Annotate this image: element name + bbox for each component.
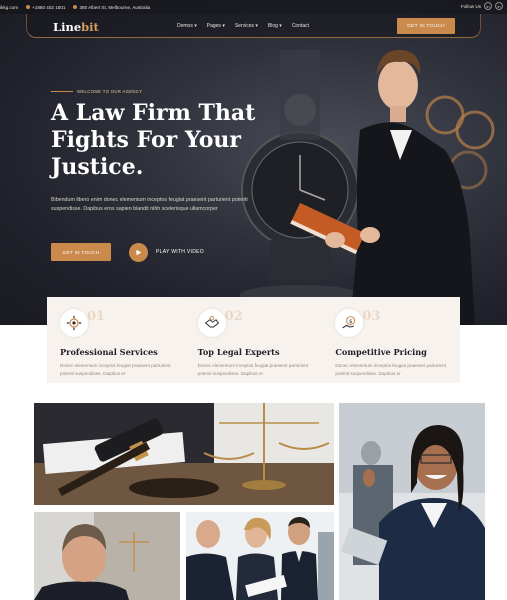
gear-icon: [60, 309, 88, 337]
businesswoman-photo: [339, 403, 485, 600]
phone-text: +1880 402 1501: [32, 4, 66, 10]
instagram-icon[interactable]: in: [495, 2, 503, 10]
linkedin-icon[interactable]: in: [484, 2, 492, 10]
feature-description: Donec elementum inceptos feugiat praesen…: [60, 363, 171, 376]
phone-contact[interactable]: +1880 402 1501: [26, 5, 65, 10]
site-logo[interactable]: Linebit: [53, 20, 99, 34]
feature-card: $ 03 Competitive Pricing Donec elementum…: [322, 297, 460, 383]
hero-section: ikkg.com +1880 402 1501 380 Albert St, M…: [0, 0, 507, 325]
follow-label: Follow Us: [460, 3, 481, 9]
email-contact[interactable]: ikkg.com: [0, 5, 18, 10]
nav-menu: Demos ▾ Pages ▾ Services ▾ Blog ▾ Contac…: [177, 23, 309, 29]
nav-item-contact[interactable]: Contact: [292, 23, 309, 29]
svg-text:$: $: [349, 319, 353, 325]
feature-description: Donec elementum inceptos feugiat praesen…: [335, 363, 446, 376]
play-video-button[interactable]: [129, 243, 148, 262]
top-bar: ikkg.com +1880 402 1501 380 Albert St, M…: [0, 0, 507, 14]
logo-accent-text: bit: [81, 20, 99, 34]
tagline-text: WELCOME TO OUR AGENCY: [77, 89, 143, 94]
headline-line-3: Justice.: [51, 154, 144, 180]
features-strip: 01 Professional Services Donec elementum…: [47, 297, 460, 383]
feature-title: Competitive Pricing: [335, 347, 427, 357]
gavel-scales-photo: [34, 403, 334, 505]
address-contact: 380 Albert St, Melbourne, Australia: [73, 5, 150, 10]
money-icon: $: [335, 309, 364, 337]
feature-title: Professional Services: [60, 347, 158, 357]
hero-headline: A Law Firm That Fights For Your Justice.: [51, 100, 261, 181]
social-follow: Follow Us in in: [461, 2, 503, 10]
feature-number: 02: [224, 309, 243, 324]
hero-tagline: WELCOME TO OUR AGENCY: [51, 89, 142, 94]
nav-item-blog[interactable]: Blog ▾: [268, 23, 282, 29]
play-video-label[interactable]: PLAY WITH VIDEO: [156, 249, 204, 255]
feature-card: 01 Professional Services Donec elementum…: [47, 297, 185, 383]
legal-team-photo: [186, 512, 334, 600]
logo-main-text: Line: [53, 20, 82, 34]
nav-item-demos[interactable]: Demos ▾: [177, 23, 197, 29]
nav-item-pages[interactable]: Pages ▾: [207, 23, 225, 29]
feature-description: Donec elementum inceptos feugiat praesen…: [197, 363, 309, 376]
nav-item-services[interactable]: Services ▾: [235, 23, 258, 29]
lawyer-man-photo: [34, 512, 180, 600]
hero-paragraph: Bibendum libero enim donec elementum inc…: [51, 197, 248, 212]
get-in-touch-button[interactable]: GET IN TOUCH: [51, 243, 111, 261]
play-icon: [136, 249, 142, 256]
feature-number: 03: [362, 309, 381, 324]
tagline-line: [51, 91, 73, 92]
feature-card: 02 Top Legal Experts Donec elementum inc…: [185, 297, 323, 383]
headline-line-1: A Law Firm That: [51, 100, 256, 126]
location-icon: [73, 5, 78, 9]
main-navigation: Linebit Demos ▾ Pages ▾ Services ▾ Blog …: [26, 14, 481, 38]
phone-icon: [26, 5, 31, 9]
address-text: 380 Albert St, Melbourne, Australia: [79, 4, 151, 10]
headline-line-2: Fights For Your: [51, 127, 241, 153]
hero-image-judge: [240, 49, 495, 325]
get-in-touch-nav-button[interactable]: GET IN TOUCH: [397, 18, 455, 34]
feature-number: 01: [87, 309, 106, 324]
handshake-icon: [197, 309, 226, 337]
feature-title: Top Legal Experts: [197, 347, 280, 357]
email-text: ikkg.com: [0, 4, 19, 10]
